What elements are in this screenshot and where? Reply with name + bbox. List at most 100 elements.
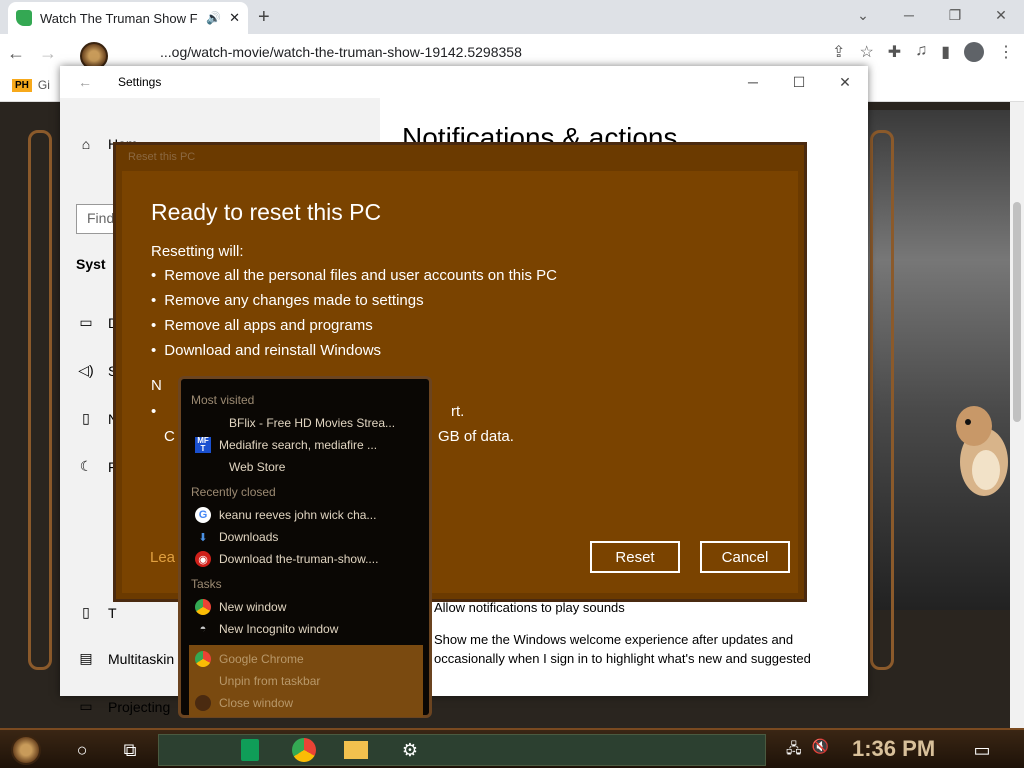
reset-items-list: Remove all the personal files and user a… (151, 267, 557, 367)
settings-back-icon[interactable]: ← (78, 74, 92, 90)
most-visited-header: Most visited (191, 393, 255, 407)
close-window-icon (195, 695, 211, 711)
focus-assist-icon: ☾ (79, 458, 93, 474)
dialog-intro: Resetting will: (151, 243, 244, 260)
media-control-icon[interactable]: ♫ (915, 42, 927, 62)
forward-icon[interactable]: → (32, 43, 64, 64)
jump-item-downloads[interactable]: ⬇ Downloads (195, 527, 419, 547)
jump-item-google-chrome[interactable]: Google Chrome (195, 649, 419, 669)
learn-more-link[interactable]: Lea (150, 549, 175, 566)
jump-item-new-window[interactable]: New window (195, 597, 419, 617)
settings-gear-icon: ⚙ (401, 739, 419, 760)
hamster-mascot-icon (956, 406, 1008, 496)
projecting-icon: ▭ (79, 698, 93, 714)
cancel-button[interactable]: Cancel (700, 541, 790, 573)
google-icon: G (195, 507, 211, 523)
sheets-icon (241, 739, 259, 761)
settings-maximize-button[interactable]: ☐ (776, 66, 822, 98)
taskbar-explorer-app[interactable] (340, 734, 372, 766)
sidebar-item-multitasking[interactable]: ▤ Multitaskin (78, 650, 174, 667)
scrollbar-thumb[interactable] (1013, 202, 1021, 422)
system-tray: 🖧 🔇 (786, 738, 829, 762)
notification-center-icon: ▭ (973, 739, 991, 760)
steampunk-frame-right (870, 130, 894, 670)
chrome-jump-list: Most visited BFlix - Free HD Movies Stre… (178, 376, 432, 718)
multitasking-icon: ▤ (79, 650, 93, 666)
bookmark-item[interactable]: PH Gi (12, 78, 50, 92)
jump-item-keanu[interactable]: G keanu reeves john wick cha... (195, 505, 419, 525)
dialog-caption: Reset this PC (128, 151, 196, 163)
home-icon: ⌂ (81, 136, 91, 152)
audio-playing-icon[interactable]: 🔊 (206, 11, 221, 25)
new-tab-button[interactable]: + (258, 6, 270, 29)
note-line-1-end: rt. (451, 403, 465, 420)
jump-item-web-store[interactable]: Web Store (205, 457, 429, 477)
sidebar-item-tablet[interactable]: ▯ T (78, 604, 116, 621)
folder-icon (344, 741, 368, 759)
restore-button[interactable]: ❐ (932, 0, 978, 30)
jump-item-incognito[interactable]: ◓ New Incognito window (195, 619, 419, 639)
jump-item-bflix[interactable]: BFlix - Free HD Movies Strea... (205, 413, 429, 433)
jump-item-unpin[interactable]: Unpin from taskbar (195, 671, 419, 691)
note-line-2-end: GB of data. (438, 428, 514, 445)
mediafire-icon: MF T (195, 437, 211, 453)
chrome-icon (292, 738, 316, 762)
menu-icon[interactable]: ⋮ (998, 42, 1014, 62)
download-icon: ⬇ (198, 531, 208, 544)
bookmark-star-icon[interactable]: ☆ (859, 42, 873, 62)
share-icon[interactable]: ⇪ (832, 42, 845, 62)
dialog-title: Ready to reset this PC (151, 199, 382, 225)
taskbar-settings-app[interactable]: ⚙ (394, 734, 426, 766)
network-icon[interactable]: 🖧 (786, 738, 802, 762)
back-icon[interactable]: ← (0, 43, 32, 64)
settings-minimize-button[interactable]: ─ (730, 66, 776, 98)
taskbar-sheets-app[interactable] (234, 734, 266, 766)
jump-item-mediafire[interactable]: MF T Mediafire search, mediafire ... (195, 435, 419, 455)
browser-tab[interactable]: Watch The Truman Show Full 🔊 ✕ (8, 2, 248, 34)
sidebar-item-focus[interactable]: ☾ F (78, 458, 117, 475)
note-line-2-start: C (164, 428, 175, 445)
web-store-icon (205, 459, 221, 475)
taskbar-clock[interactable]: 1:36 PM (852, 736, 935, 762)
display-icon: ▭ (79, 314, 93, 330)
profile-avatar[interactable] (964, 42, 984, 62)
jump-list-pinned-section: Google Chrome Unpin from taskbar Close w… (189, 645, 423, 717)
setting-welcome-label: Show me the Windows welcome experience a… (434, 632, 811, 666)
action-center-button[interactable]: ▭ (966, 734, 998, 766)
jump-item-truman-download[interactable]: ◉ Download the-truman-show.... (195, 549, 419, 569)
list-item: Remove all apps and programs (151, 317, 557, 342)
tab-title: Watch The Truman Show Full (40, 10, 199, 26)
side-panel-icon[interactable]: ▮ (941, 42, 950, 62)
producthunt-icon: PH (12, 78, 32, 92)
steampunk-frame-left (28, 130, 52, 670)
close-tab-icon[interactable]: ✕ (229, 10, 240, 26)
sidebar-item-sound[interactable]: ◁) S (78, 362, 117, 379)
minimize-button[interactable]: ─ (886, 0, 932, 30)
jump-item-close-window[interactable]: Close window (195, 693, 419, 713)
tablet-icon: ▯ (82, 604, 90, 620)
volume-muted-icon[interactable]: 🔇 (812, 738, 829, 762)
taskbar: ○ ⧉ ⚙ 🖧 🔇 1:36 PM ▭ (0, 728, 1024, 768)
list-item: Remove any changes made to settings (151, 292, 557, 317)
tab-search-icon[interactable]: ⌄ (840, 0, 886, 30)
site-favicon-icon (16, 10, 32, 26)
chrome-icon (195, 599, 211, 615)
task-view-icon: ⧉ (123, 739, 137, 760)
address-bar[interactable]: ...og/watch-movie/watch-the-truman-show-… (160, 44, 522, 60)
start-button[interactable] (10, 734, 42, 766)
mask-icon: ◉ (195, 551, 211, 567)
close-window-button[interactable]: ✕ (978, 0, 1024, 30)
note-heading: N (151, 377, 162, 394)
extensions-icon[interactable]: ✚ (888, 42, 901, 62)
settings-close-button[interactable]: ✕ (822, 66, 868, 98)
sidebar-item-projecting[interactable]: ▭ Projecting (78, 698, 170, 715)
bookmark-label: Gi (37, 78, 50, 92)
start-gear-icon (11, 735, 41, 765)
note-bullet-start: • (151, 403, 157, 420)
task-view-button[interactable]: ⧉ (114, 734, 146, 766)
taskbar-chrome-app[interactable] (288, 734, 320, 766)
tasks-header: Tasks (191, 577, 222, 591)
search-button[interactable]: ○ (66, 734, 98, 766)
reset-button[interactable]: Reset (590, 541, 680, 573)
page-scrollbar[interactable] (1010, 102, 1024, 728)
